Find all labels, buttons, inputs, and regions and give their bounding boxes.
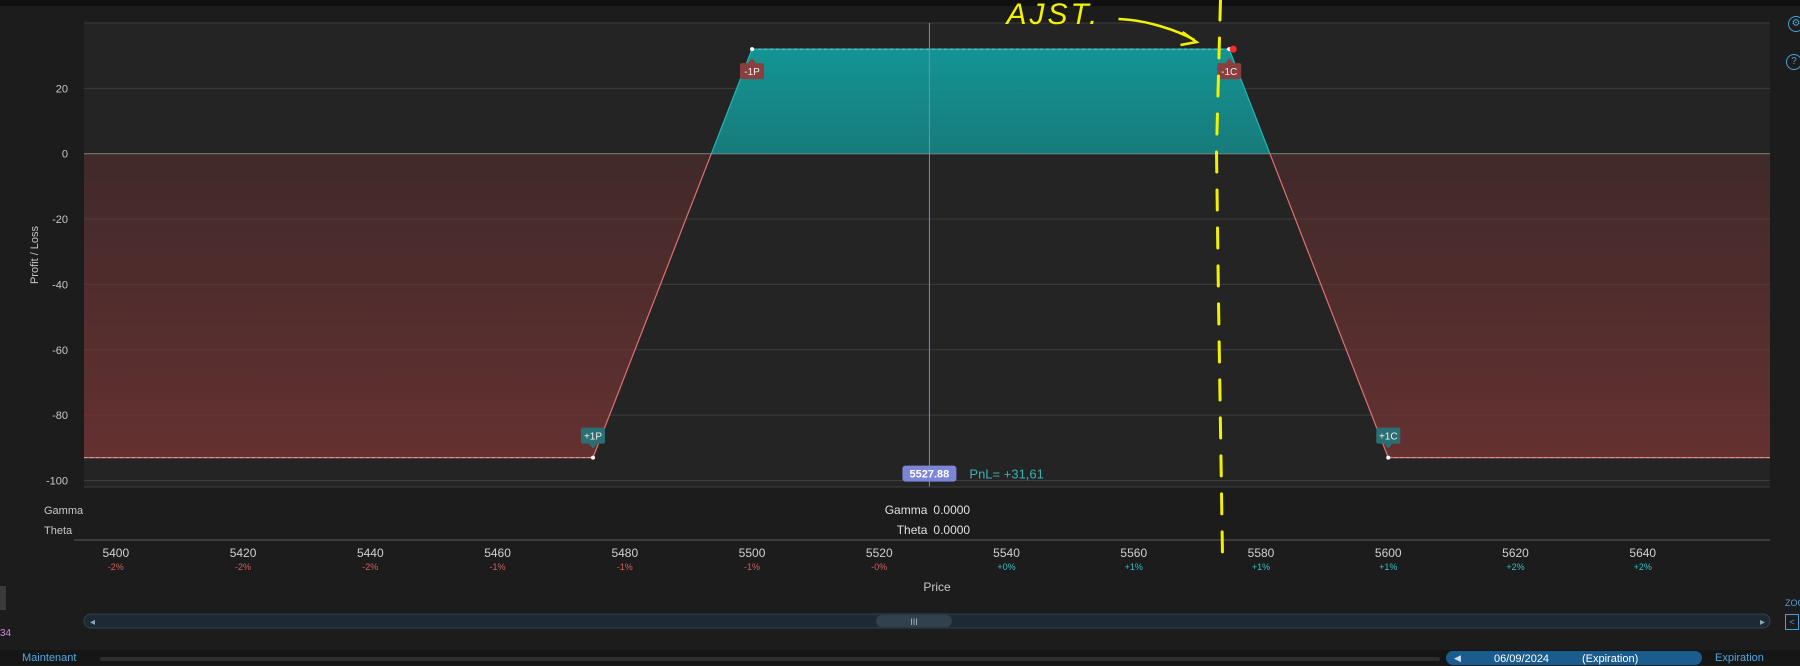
x-percent-label: +0% [997,562,1015,572]
scroll-left-icon: ◂ [90,617,95,628]
timeline-track[interactable] [100,657,1440,661]
help-icon[interactable]: ? [1786,54,1800,70]
x-tick-label: 5640 [1629,546,1656,560]
leg-point [590,455,595,460]
x-tick-label: 5580 [1248,546,1275,560]
leg-point [750,47,755,52]
pnl-label: PnL= +31,61 [969,467,1043,482]
x-tick-label: 5600 [1375,546,1402,560]
expiration-date: 06/09/2024 [1494,653,1550,665]
left-value: 34 [0,628,12,639]
greek-label-theta: Theta [44,525,73,537]
expiration-link[interactable]: Expiration [1715,652,1764,664]
adjust-point-marker [1229,45,1237,53]
x-tick-label: 5620 [1502,546,1529,560]
x-percent-label: +1% [1252,562,1270,572]
x-percent-label: -2% [362,562,378,572]
leg-label: -1C [1221,67,1237,78]
y-tick-label: 0 [62,149,68,161]
x-percent-label: +1% [1125,562,1143,572]
leg-label: +1C [1379,432,1398,443]
left-panel-stub [0,586,6,610]
x-percent-label: +2% [1506,562,1524,572]
leg-point [1386,455,1391,460]
x-tick-label: 5520 [866,546,893,560]
x-tick-label: 5500 [739,546,766,560]
expiration-date-suffix: (Expiration) [1582,653,1639,665]
gear-icon[interactable]: ⚙ [1788,16,1800,32]
expiration-date-selector[interactable]: ◀ 06/09/2024 (Expiration) [1446,651,1702,665]
x-tick-label: 5420 [230,546,257,560]
x-tick-label: 5400 [102,546,129,560]
adjust-annotation-text: AJST. [1004,0,1100,31]
greek-value-gamma: 0.0000 [933,503,970,517]
x-tick-label: 5560 [1120,546,1147,560]
y-tick-label: -80 [52,410,68,422]
x-percent-label: -2% [235,562,251,572]
y-tick-label: 20 [56,83,68,95]
x-percent-label: +1% [1379,562,1397,572]
leg-label: +1P [584,432,602,443]
payoff-chart: 20 0 -20 -40 -60 -80 -100 5400 -2% 5420 -2% 5440 -2%… [29,0,1771,629]
y-axis-label: Profit / Loss [29,225,41,284]
y-tick-label: -60 [52,345,68,357]
greek-label-gamma: Gamma [44,505,84,517]
x-percent-label: -2% [108,562,124,572]
greek-value-theta: 0.0000 [933,523,970,537]
x-tick-label: 5540 [993,546,1020,560]
x-axis-label: Price [923,580,951,594]
now-link[interactable]: Maintenant [22,652,76,664]
greek-name-theta: Theta [897,523,928,537]
y-tick-label: -20 [52,214,68,226]
x-percent-label: -1% [744,562,760,572]
x-tick-label: 5460 [484,546,511,560]
current-price-label: 5527.88 [910,469,950,481]
scrollbar-handle-label: III [910,617,918,627]
date-prev-arrow-icon[interactable]: ◀ [1454,651,1461,665]
x-percent-label: -1% [490,562,506,572]
x-percent-label: -0% [871,562,887,572]
y-tick-label: -100 [46,475,68,487]
y-tick-label: -40 [52,279,68,291]
zoom-button[interactable]: < [1785,614,1799,630]
profit-loss-app: 20 0 -20 -40 -60 -80 -100 5400 -2% 5420 -2% 5440 -2%… [0,0,1800,665]
scroll-right-icon: ▸ [1760,617,1765,628]
zoom-label: ZOO [1785,598,1800,608]
x-percent-label: +2% [1634,562,1652,572]
x-percent-label: -1% [617,562,633,572]
x-tick-label: 5440 [357,546,384,560]
leg-label: -1P [744,67,760,78]
greek-name-gamma: Gamma [885,503,928,517]
x-tick-label: 5480 [611,546,638,560]
